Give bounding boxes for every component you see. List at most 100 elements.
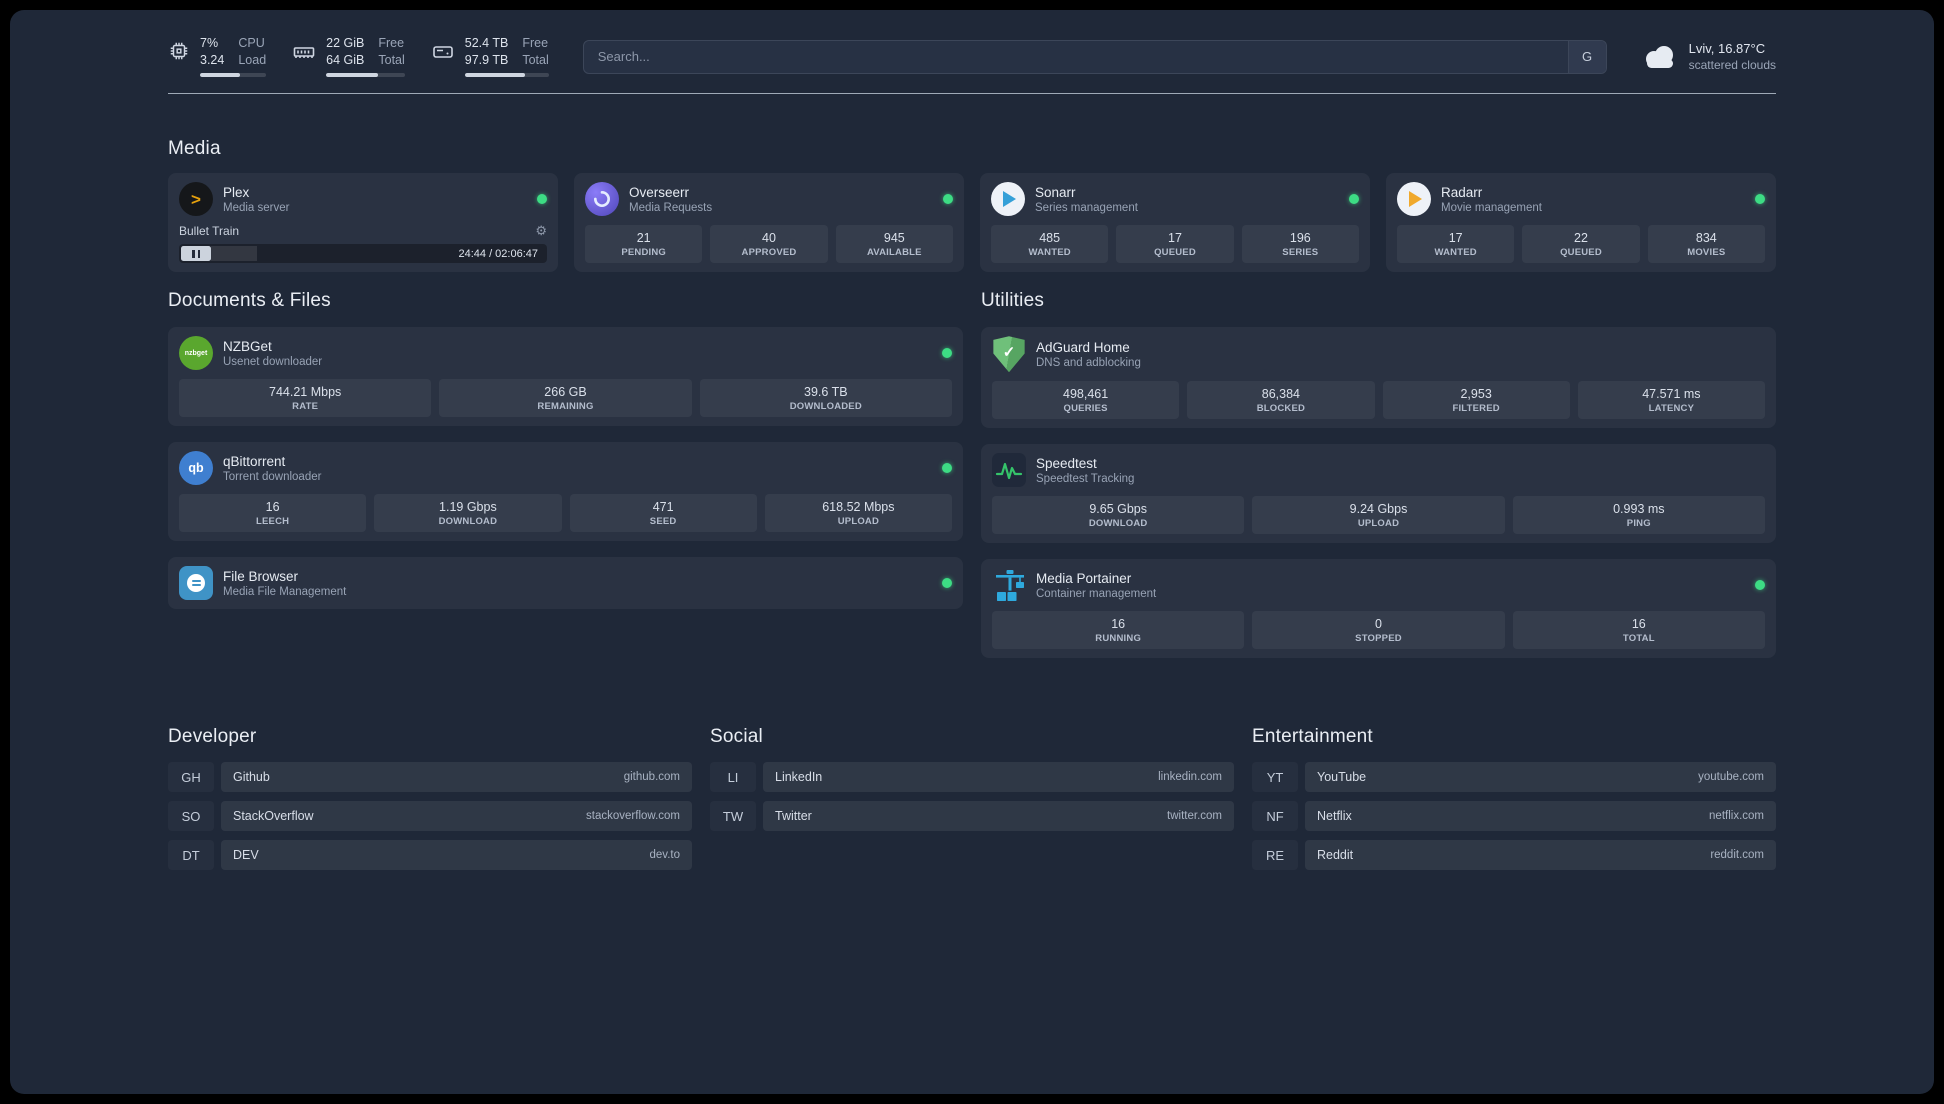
bookmark-group-developer: Developer GH Github github.com SO StackO…	[168, 726, 692, 879]
stat-label: MOVIES	[1687, 247, 1726, 259]
status-dot	[1349, 194, 1359, 205]
bookmark-github[interactable]: GH Github github.com	[168, 762, 692, 793]
qbittorrent-icon: qb	[179, 451, 213, 486]
sonarr-icon	[991, 182, 1025, 217]
stat-label: DOWNLOAD	[438, 516, 498, 528]
stat-rate: 744.21 Mbps RATE	[179, 379, 432, 418]
memory-ram-icon	[292, 40, 316, 64]
stat-value: 22	[1574, 231, 1588, 246]
stat-label: TOTAL	[1622, 633, 1655, 645]
app-card-portainer[interactable]: Media Portainer Container management 16 …	[981, 559, 1776, 659]
cloud-icon	[1641, 43, 1679, 71]
bookmark-abbr: GH	[168, 762, 214, 792]
overseerr-icon	[585, 182, 619, 217]
app-card-qbittorrent[interactable]: qb qBittorrent Torrent downloader 16 LEE…	[168, 442, 963, 542]
stat-value: 945	[883, 231, 905, 246]
stat-value: 9.24 Gbps	[1349, 502, 1408, 517]
memory-free: 22 GiB	[326, 36, 365, 50]
app-card-plex[interactable]: > Plex Media server Bullet Train ⚙ 24:44…	[168, 173, 558, 273]
app-card-filebrowser[interactable]: File Browser Media File Management	[168, 557, 963, 610]
cpu-load: 3.24	[200, 52, 225, 67]
stat-label: BLOCKED	[1256, 403, 1306, 415]
app-card-overseerr[interactable]: Overseerr Media Requests 21 PENDING 40 A…	[574, 173, 964, 273]
stat-label: QUERIES	[1063, 403, 1108, 415]
cpu-percent: 7%	[200, 36, 219, 50]
bookmark-name: Github	[233, 770, 270, 785]
status-dot	[942, 463, 952, 474]
stat-value: 47.571 ms	[1642, 387, 1701, 402]
weather-widget: Lviv, 16.87°C scattered clouds	[1641, 41, 1776, 72]
app-card-nzbget[interactable]: nzbget NZBGet Usenet downloader 744.21 M…	[168, 327, 963, 427]
settings-gear-icon[interactable]: ⚙	[535, 223, 547, 239]
app-card-adguard[interactable]: ✓ AdGuard Home DNS and adblocking 498,46…	[981, 327, 1776, 429]
weather-location: Lviv, 16.87°C	[1688, 41, 1766, 57]
memory-total-label: Total	[378, 52, 405, 67]
pause-button[interactable]	[181, 246, 211, 262]
bookmark-name: Reddit	[1317, 848, 1354, 863]
stat-label: PING	[1626, 518, 1651, 530]
stat-value: 485	[1039, 231, 1061, 246]
bookmark-abbr: SO	[168, 801, 214, 831]
stat-stopped: 0 STOPPED	[1252, 611, 1505, 650]
memory-total: 64 GiB	[326, 52, 365, 67]
bookmark-dev[interactable]: DT DEV dev.to	[168, 840, 692, 871]
stat-label: APPROVED	[741, 247, 797, 259]
bookmark-linkedin[interactable]: LI LinkedIn linkedin.com	[710, 762, 1234, 793]
stat-filtered: 2,953 FILTERED	[1382, 381, 1570, 420]
stat-value: 744.21 Mbps	[269, 385, 342, 400]
app-name: File Browser	[223, 568, 299, 584]
cpu-usage-bar	[200, 73, 267, 78]
bookmark-domain: youtube.com	[1698, 771, 1764, 784]
app-card-radarr[interactable]: Radarr Movie management 17 WANTED 22 QUE…	[1386, 173, 1776, 273]
app-card-sonarr[interactable]: Sonarr Series management 485 WANTED 17 Q…	[980, 173, 1370, 273]
app-name: Plex	[223, 184, 250, 200]
stat-value: 2,953	[1460, 387, 1492, 402]
media-player-bar: 24:44 / 02:06:47	[179, 244, 547, 264]
radarr-icon	[1397, 182, 1431, 217]
app-name: AdGuard Home	[1036, 339, 1130, 355]
stat-download: 1.19 Gbps DOWNLOAD	[374, 494, 562, 533]
stat-upload: 9.24 Gbps UPLOAD	[1252, 496, 1505, 535]
stat-value: 40	[762, 231, 776, 246]
disk-widget: 52.4 TB 97.9 TB Free Total	[431, 36, 549, 78]
stat-label: STOPPED	[1355, 633, 1402, 645]
search-input[interactable]	[583, 49, 1568, 65]
stat-label: RUNNING	[1095, 633, 1142, 645]
bookmark-reddit[interactable]: RE Reddit reddit.com	[1252, 840, 1776, 871]
stat-label: SERIES	[1282, 247, 1319, 259]
bookmark-stackoverflow[interactable]: SO StackOverflow stackoverflow.com	[168, 801, 692, 832]
bookmark-domain: github.com	[623, 771, 680, 784]
app-description: DNS and adblocking	[1036, 356, 1141, 369]
app-name: Overseerr	[629, 184, 690, 200]
stat-remaining: 266 GB REMAINING	[439, 379, 692, 418]
plex-icon: >	[179, 182, 213, 217]
app-name: Speedtest	[1036, 455, 1097, 471]
stat-label: UPLOAD	[1357, 518, 1400, 530]
cpu-percent-label: CPU	[238, 36, 265, 50]
stat-seed: 471 SEED	[569, 494, 757, 533]
stat-value: 21	[636, 231, 651, 246]
search-provider-button[interactable]: G	[1567, 40, 1606, 73]
bookmark-domain: netflix.com	[1709, 810, 1764, 823]
bookmark-netflix[interactable]: NF Netflix netflix.com	[1252, 801, 1776, 832]
playback-progress-track[interactable]	[211, 246, 451, 262]
bookmark-youtube[interactable]: YT YouTube youtube.com	[1252, 762, 1776, 793]
stat-value: 834	[1695, 231, 1717, 246]
stat-value: 1.19 Gbps	[439, 500, 497, 515]
disk-usage-fill	[464, 73, 526, 78]
bookmark-abbr: YT	[1252, 762, 1298, 792]
playback-time: 24:44 / 02:06:47	[458, 247, 538, 260]
stat-available: 945 AVAILABLE	[835, 225, 953, 264]
app-card-speedtest[interactable]: Speedtest Speedtest Tracking 9.65 Gbps D…	[981, 444, 1776, 544]
disk-total: 97.9 TB	[464, 52, 509, 67]
bookmark-domain: twitter.com	[1167, 810, 1222, 823]
stat-value: 17	[1448, 231, 1463, 246]
status-dot	[942, 348, 952, 359]
stat-value: 0	[1375, 617, 1382, 632]
stat-queued: 22 QUEUED	[1522, 225, 1640, 264]
portainer-crane-icon	[992, 568, 1026, 602]
stat-label: RATE	[292, 401, 319, 413]
stat-label: SEED	[649, 516, 677, 528]
bookmark-twitter[interactable]: TW Twitter twitter.com	[710, 801, 1234, 832]
stat-value: 39.6 TB	[804, 385, 848, 400]
